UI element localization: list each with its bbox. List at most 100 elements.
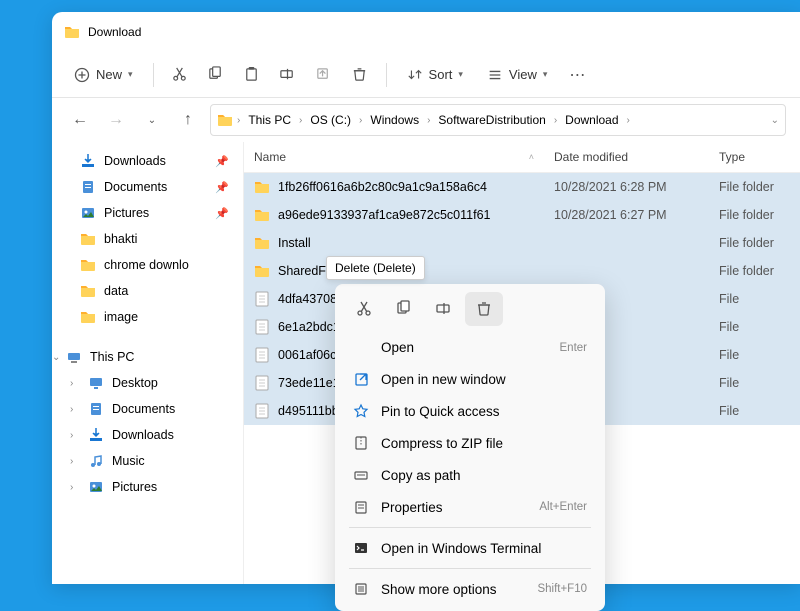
sidebar-item[interactable]: ›Music: [52, 448, 243, 474]
context-item[interactable]: PropertiesAlt+Enter: [341, 491, 599, 523]
rename-icon: [435, 300, 453, 318]
folder-icon: [254, 263, 270, 279]
documents-icon: [88, 401, 104, 417]
paste-button[interactable]: [236, 59, 268, 91]
chevron-down-icon[interactable]: ⌄: [771, 115, 779, 126]
sidebar-item[interactable]: image: [52, 304, 243, 330]
sidebar-item[interactable]: ›Downloads: [52, 422, 243, 448]
context-item[interactable]: Show more optionsShift+F10: [341, 573, 599, 605]
more-button[interactable]: ⋯: [561, 59, 593, 91]
chevron-down-icon[interactable]: ⌄: [138, 106, 166, 134]
ctx-cut[interactable]: [345, 292, 383, 326]
sidebar-item[interactable]: data: [52, 278, 243, 304]
pictures-icon: [80, 205, 96, 221]
copy-icon: [207, 66, 224, 83]
cut-icon: [171, 66, 188, 83]
zip-icon: [353, 435, 369, 451]
downloads-icon: [80, 153, 96, 169]
ctx-delete[interactable]: [465, 292, 503, 326]
pictures-icon: [88, 479, 104, 495]
terminal-icon: [353, 540, 369, 556]
documents-icon: [80, 179, 96, 195]
ctx-copy[interactable]: [385, 292, 423, 326]
col-name[interactable]: Name˄: [244, 142, 544, 172]
expand-icon: ›: [70, 378, 73, 389]
music-icon: [88, 453, 104, 469]
sidebar-item[interactable]: Downloads📌: [52, 148, 243, 174]
trash-icon: [351, 66, 368, 83]
table-row[interactable]: 1fb26ff0616a6b2c80c9a1c9a158a6c410/28/20…: [244, 173, 800, 201]
context-toolbar: [341, 290, 599, 332]
sidebar-item[interactable]: ›Desktop: [52, 370, 243, 396]
breadcrumb[interactable]: This PC: [244, 111, 295, 129]
more-icon: [353, 581, 369, 597]
address-bar[interactable]: › This PC› OS (C:)› Windows› SoftwareDis…: [210, 104, 786, 136]
table-row[interactable]: InstallFile folder: [244, 229, 800, 257]
pin-icon: 📌: [215, 207, 229, 220]
context-item[interactable]: Open in Windows Terminal: [341, 532, 599, 564]
thispc-icon: [66, 349, 82, 365]
path-icon: [353, 467, 369, 483]
folder-icon: [80, 283, 96, 299]
ctx-rename[interactable]: [425, 292, 463, 326]
breadcrumb[interactable]: OS (C:): [306, 111, 355, 129]
context-menu: OpenEnterOpen in new windowPin to Quick …: [335, 284, 605, 611]
context-item[interactable]: Pin to Quick access: [341, 395, 599, 427]
paste-icon: [243, 66, 260, 83]
sidebar: Downloads📌Documents📌Pictures📌bhaktichrom…: [52, 142, 244, 584]
sort-button[interactable]: Sort ▾: [397, 61, 473, 89]
breadcrumb[interactable]: Windows: [366, 111, 423, 129]
separator: [386, 63, 387, 87]
sidebar-item[interactable]: ›Pictures: [52, 474, 243, 500]
context-item[interactable]: Open in new window: [341, 363, 599, 395]
sidebar-item[interactable]: ›Documents: [52, 396, 243, 422]
rename-button[interactable]: [272, 59, 304, 91]
shortcut: Enter: [560, 342, 588, 354]
forward-button[interactable]: →: [102, 106, 130, 134]
back-button[interactable]: ←: [66, 106, 94, 134]
col-type[interactable]: Type: [709, 142, 800, 172]
folder-icon: [80, 309, 96, 325]
context-item[interactable]: Copy as path: [341, 459, 599, 491]
window-title: Download: [88, 25, 141, 39]
view-button[interactable]: View ▾: [477, 61, 557, 89]
watermark: wsxdn.com: [722, 564, 792, 580]
up-button[interactable]: ↑: [174, 106, 202, 134]
share-icon: [315, 66, 332, 83]
sidebar-this-pc[interactable]: ⌄This PC: [52, 344, 243, 370]
separator: [349, 527, 591, 528]
delete-button[interactable]: [344, 59, 376, 91]
cut-button[interactable]: [164, 59, 196, 91]
breadcrumb[interactable]: Download: [561, 111, 622, 129]
expand-icon: ›: [70, 482, 73, 493]
sidebar-item[interactable]: chrome downlo: [52, 252, 243, 278]
copy-button[interactable]: [200, 59, 232, 91]
pin-icon: 📌: [215, 181, 229, 194]
sidebar-item[interactable]: bhakti: [52, 226, 243, 252]
shortcut: Shift+F10: [537, 583, 587, 595]
chevron-down-icon: ▾: [128, 69, 133, 80]
separator: [153, 63, 154, 87]
shortcut: Alt+Enter: [539, 501, 587, 513]
file-icon: [254, 347, 270, 363]
share-button[interactable]: [308, 59, 340, 91]
new-button[interactable]: New ▾: [64, 61, 143, 89]
context-item[interactable]: OpenEnter: [341, 332, 599, 363]
column-headers: Name˄ Date modified Type: [244, 142, 800, 173]
col-date[interactable]: Date modified: [544, 142, 709, 172]
folder-icon: [80, 257, 96, 273]
file-icon: [254, 291, 270, 307]
props-icon: [353, 499, 369, 515]
context-item[interactable]: Compress to ZIP file: [341, 427, 599, 459]
folder-icon: [80, 231, 96, 247]
chevron-right-icon: ›: [237, 115, 240, 126]
star-icon: [353, 403, 369, 419]
sidebar-item[interactable]: Pictures📌: [52, 200, 243, 226]
table-row[interactable]: a96ede9133937af1ca9e872c5c011f6110/28/20…: [244, 201, 800, 229]
breadcrumb[interactable]: SoftwareDistribution: [434, 111, 549, 129]
sort-icon: [407, 67, 423, 83]
expand-icon: ⌄: [52, 352, 60, 363]
sidebar-item[interactable]: Documents📌: [52, 174, 243, 200]
folder-icon: [64, 24, 80, 40]
expand-icon: ›: [70, 430, 73, 441]
